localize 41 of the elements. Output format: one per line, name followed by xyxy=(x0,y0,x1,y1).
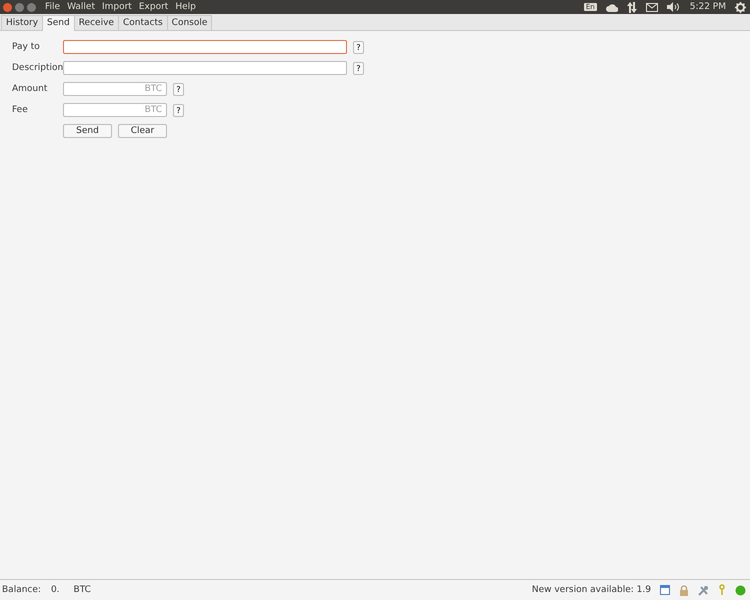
help-button[interactable]: ? xyxy=(173,104,184,116)
tab[interactable]: Receive xyxy=(74,15,119,30)
gear-icon[interactable] xyxy=(735,2,746,12)
input-field[interactable]: BTC xyxy=(63,103,167,117)
maximize-icon[interactable] xyxy=(27,2,36,12)
connection-status-icon[interactable] xyxy=(735,584,746,596)
field-label: Amount xyxy=(12,84,48,94)
input-field[interactable] xyxy=(63,40,347,54)
form-button[interactable]: Send xyxy=(63,124,112,138)
help-button[interactable]: ? xyxy=(353,62,364,74)
help-button[interactable]: ? xyxy=(353,40,364,54)
cloud-icon[interactable] xyxy=(606,2,618,12)
minimize-icon[interactable] xyxy=(15,2,24,12)
window-icon[interactable] xyxy=(660,585,670,595)
menu-item[interactable]: Wallet xyxy=(67,2,95,12)
tools-icon[interactable] xyxy=(698,584,709,596)
menu-item[interactable]: Import xyxy=(102,2,132,12)
form-button[interactable]: Clear xyxy=(118,124,167,138)
transfer-arrows-icon[interactable] xyxy=(626,2,637,12)
menu-item[interactable]: File xyxy=(45,2,60,12)
help-button[interactable]: ? xyxy=(173,82,184,96)
lock-icon[interactable] xyxy=(679,584,689,596)
balance-label: Balance: xyxy=(2,585,41,595)
close-icon[interactable] xyxy=(3,2,12,12)
menu-item[interactable]: Export xyxy=(138,2,168,12)
input-field[interactable] xyxy=(63,61,347,75)
version-notice: New version available: 1.9 xyxy=(532,585,651,595)
balance-unit: BTC xyxy=(74,585,91,595)
tab[interactable]: History xyxy=(1,15,44,30)
volume-icon[interactable] xyxy=(666,2,681,12)
field-label: Fee xyxy=(12,105,29,115)
field-label: Pay to xyxy=(12,42,41,52)
balance-value: 0. xyxy=(50,585,60,595)
clock-time[interactable]: 5:22 PM xyxy=(690,2,726,12)
menu-item[interactable]: Help xyxy=(175,2,196,12)
tab[interactable]: Send xyxy=(42,15,75,31)
field-label: Description xyxy=(12,63,63,73)
mail-icon[interactable] xyxy=(646,2,658,12)
tab[interactable]: Contacts xyxy=(118,15,168,30)
tab[interactable]: Console xyxy=(166,15,212,30)
input-field[interactable]: BTC xyxy=(63,82,167,96)
